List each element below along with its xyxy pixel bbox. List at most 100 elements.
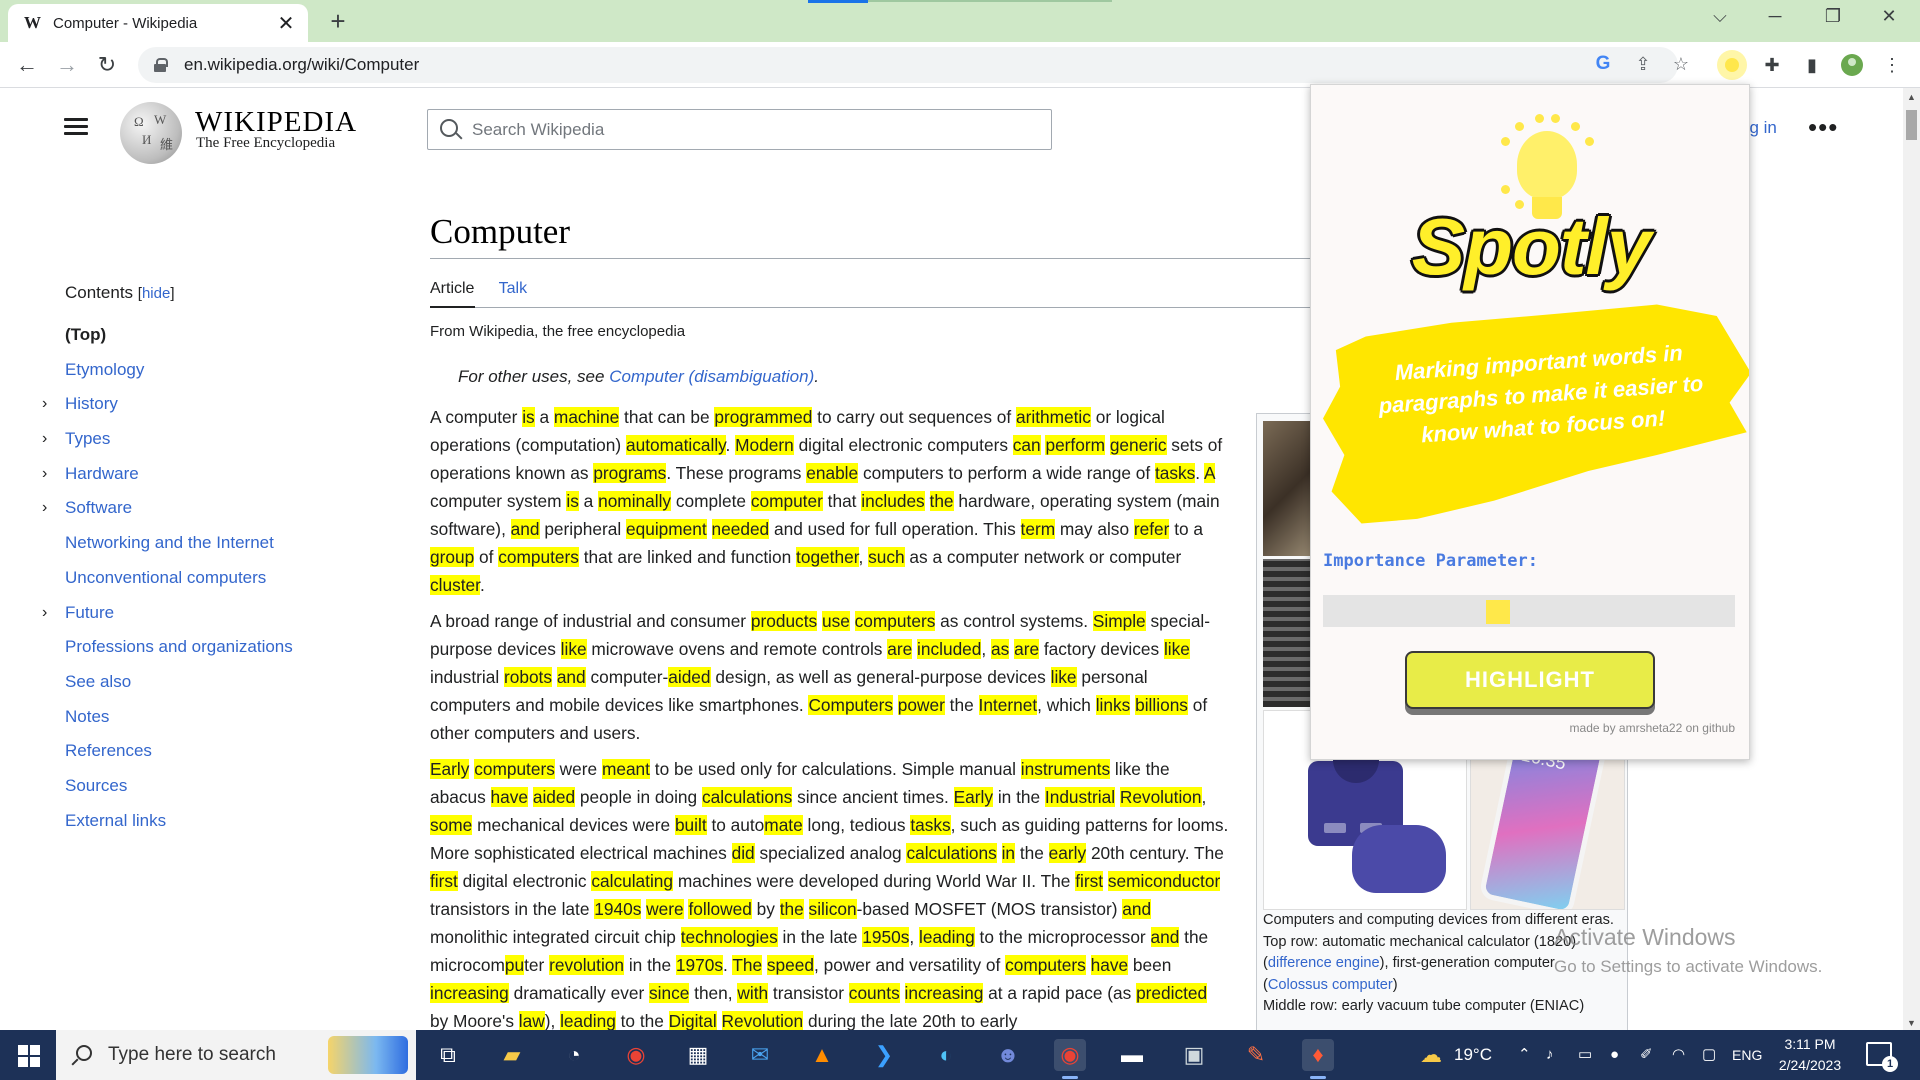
- highlighted-word: perform: [1045, 435, 1105, 455]
- importance-slider-thumb[interactable]: [1485, 600, 1510, 624]
- toc-item-etymology[interactable]: Etymology: [40, 353, 360, 388]
- highlighted-word: nominally: [598, 491, 672, 511]
- extensions-puzzle-icon[interactable]: ✚: [1757, 50, 1787, 80]
- app-icon[interactable]: ▣: [1178, 1039, 1210, 1071]
- bookmark-star-icon[interactable]: ☆: [1668, 51, 1694, 77]
- chrome-icon[interactable]: ◉: [620, 1039, 652, 1071]
- toc-item-see-also[interactable]: See also: [40, 665, 360, 700]
- highlighted-word: and: [510, 519, 540, 539]
- chevron-right-icon[interactable]: ›: [42, 491, 58, 526]
- browser-menu-icon[interactable]: ⋮: [1877, 50, 1907, 80]
- terminal-icon[interactable]: ▬: [1116, 1039, 1148, 1071]
- toc-item-references[interactable]: References: [40, 734, 360, 769]
- contents-hide-link[interactable]: hide: [142, 285, 170, 302]
- new-tab-button[interactable]: +: [324, 8, 352, 36]
- system-clock[interactable]: 3:11 PM 2/24/2023: [1770, 1034, 1850, 1076]
- main-menu-icon[interactable]: [64, 118, 88, 136]
- task-view-icon[interactable]: ⧉: [432, 1039, 464, 1071]
- disambiguation-link[interactable]: Computer (disambiguation): [609, 367, 814, 386]
- toc-item-top[interactable]: (Top): [40, 318, 360, 353]
- discord-icon[interactable]: ☻: [992, 1039, 1024, 1071]
- toc-item-future[interactable]: › Future: [40, 596, 360, 631]
- taskbar-search-box[interactable]: Type here to search: [56, 1030, 416, 1080]
- chevron-right-icon[interactable]: ›: [42, 422, 58, 457]
- highlighted-word: Early: [953, 787, 994, 807]
- toc-item-hardware[interactable]: › Hardware: [40, 457, 360, 492]
- colossus-computer-link[interactable]: Colossus computer: [1268, 977, 1393, 993]
- tab-article[interactable]: Article: [430, 280, 474, 297]
- toc-item-professions-and-organizations[interactable]: Professions and organizations: [40, 630, 360, 665]
- browser-tab-computer-wikipedia[interactable]: W Computer - Wikipedia ✕: [8, 4, 308, 42]
- difference-engine-link[interactable]: difference engine: [1268, 955, 1380, 971]
- restore-button[interactable]: ❐: [1813, 6, 1853, 27]
- toc-item-notes[interactable]: Notes: [40, 700, 360, 735]
- page-scrollbar[interactable]: ▲ ▼: [1903, 88, 1920, 1030]
- toc-item-software[interactable]: › Software: [40, 491, 360, 526]
- highlighted-word: computers: [1005, 955, 1086, 975]
- vscode-icon[interactable]: ❯: [868, 1039, 900, 1071]
- highlighted-word: can: [1012, 435, 1041, 455]
- chevron-right-icon[interactable]: ›: [42, 387, 58, 422]
- speaker-icon[interactable]: ♪: [1546, 1030, 1554, 1080]
- minimize-button[interactable]: ─: [1755, 6, 1795, 27]
- file-explorer-icon[interactable]: ▰: [496, 1039, 528, 1071]
- address-bar[interactable]: en.wikipedia.org/wiki/Computer: [138, 47, 1678, 83]
- scroll-down-arrow-icon[interactable]: ▼: [1903, 1018, 1920, 1028]
- mail-icon[interactable]: ✉: [744, 1039, 776, 1071]
- temperature[interactable]: 19°C: [1454, 1030, 1492, 1080]
- url-text[interactable]: en.wikipedia.org/wiki/Computer: [184, 55, 419, 75]
- tab-strip-line: [868, 0, 1112, 2]
- wikipedia-search-input[interactable]: Search Wikipedia: [427, 109, 1052, 150]
- microphone-icon[interactable]: ●: [1610, 1030, 1619, 1080]
- share-icon[interactable]: ⇪: [1630, 51, 1656, 77]
- clock-app-icon[interactable]: ◔: [558, 1039, 590, 1071]
- close-tab-icon[interactable]: ✕: [276, 11, 296, 36]
- toc-item-history[interactable]: › History: [40, 387, 360, 422]
- tab-talk[interactable]: Talk: [499, 280, 527, 297]
- importance-slider[interactable]: [1323, 595, 1735, 627]
- search-icon: [440, 119, 458, 137]
- highlighted-word: is: [522, 407, 535, 427]
- tab-search-chevron-icon[interactable]: ⌵: [1700, 6, 1740, 27]
- highlighted-word: followed: [688, 899, 752, 919]
- show-hidden-icons-chevron-icon[interactable]: ⌃: [1518, 1030, 1531, 1080]
- chrome-active-icon[interactable]: ◉: [1054, 1039, 1086, 1079]
- google-lens-icon[interactable]: G: [1590, 51, 1616, 77]
- forward-arrow-icon[interactable]: →: [52, 50, 82, 80]
- weather-icon[interactable]: ☁: [1420, 1030, 1442, 1080]
- display-icon[interactable]: ▢: [1702, 1030, 1716, 1080]
- wikipedia-globe-logo[interactable]: ΩW И維: [120, 102, 182, 164]
- lock-icon[interactable]: [154, 58, 168, 72]
- windows-start-icon[interactable]: [18, 1045, 40, 1067]
- scroll-up-arrow-icon[interactable]: ▲: [1903, 92, 1920, 102]
- toc-item-types[interactable]: › Types: [40, 422, 360, 457]
- pen-icon[interactable]: ✐: [1640, 1030, 1653, 1080]
- highlight-button[interactable]: HIGHLIGHT: [1405, 651, 1655, 709]
- wifi-icon[interactable]: ◠: [1672, 1030, 1685, 1080]
- toc-item-external-links[interactable]: External links: [40, 804, 360, 839]
- highlighted-word: computer: [750, 491, 823, 511]
- side-panel-icon[interactable]: ▮: [1797, 50, 1827, 80]
- toc-item-sources[interactable]: Sources: [40, 769, 360, 804]
- spotly-app-icon[interactable]: ♦: [1302, 1039, 1334, 1079]
- toc-item-networking-and-the-internet[interactable]: Networking and the Internet: [40, 526, 360, 561]
- reload-icon[interactable]: ↻: [92, 50, 122, 80]
- edge-icon[interactable]: ◐: [930, 1039, 962, 1071]
- paint-icon[interactable]: ✎: [1240, 1039, 1272, 1071]
- scrollbar-thumb[interactable]: [1906, 110, 1917, 140]
- spotly-extension-icon[interactable]: [1717, 50, 1747, 80]
- more-options-icon[interactable]: •••: [1808, 112, 1838, 143]
- profile-avatar-icon[interactable]: [1837, 50, 1867, 80]
- language-indicator[interactable]: ENG: [1732, 1030, 1762, 1080]
- bulb-ray: [1551, 113, 1561, 123]
- chevron-right-icon[interactable]: ›: [42, 596, 58, 631]
- highlighted-word: have: [490, 787, 529, 807]
- chevron-right-icon[interactable]: ›: [42, 457, 58, 492]
- notification-center-icon[interactable]: 1: [1866, 1042, 1898, 1072]
- toc-item-unconventional-computers[interactable]: Unconventional computers: [40, 561, 360, 596]
- microsoft-store-icon[interactable]: ▦: [682, 1039, 714, 1071]
- battery-icon[interactable]: ▭: [1578, 1030, 1592, 1080]
- vlc-icon[interactable]: ▲: [806, 1039, 838, 1071]
- close-window-button[interactable]: ✕: [1869, 6, 1909, 27]
- back-arrow-icon[interactable]: ←: [12, 50, 42, 80]
